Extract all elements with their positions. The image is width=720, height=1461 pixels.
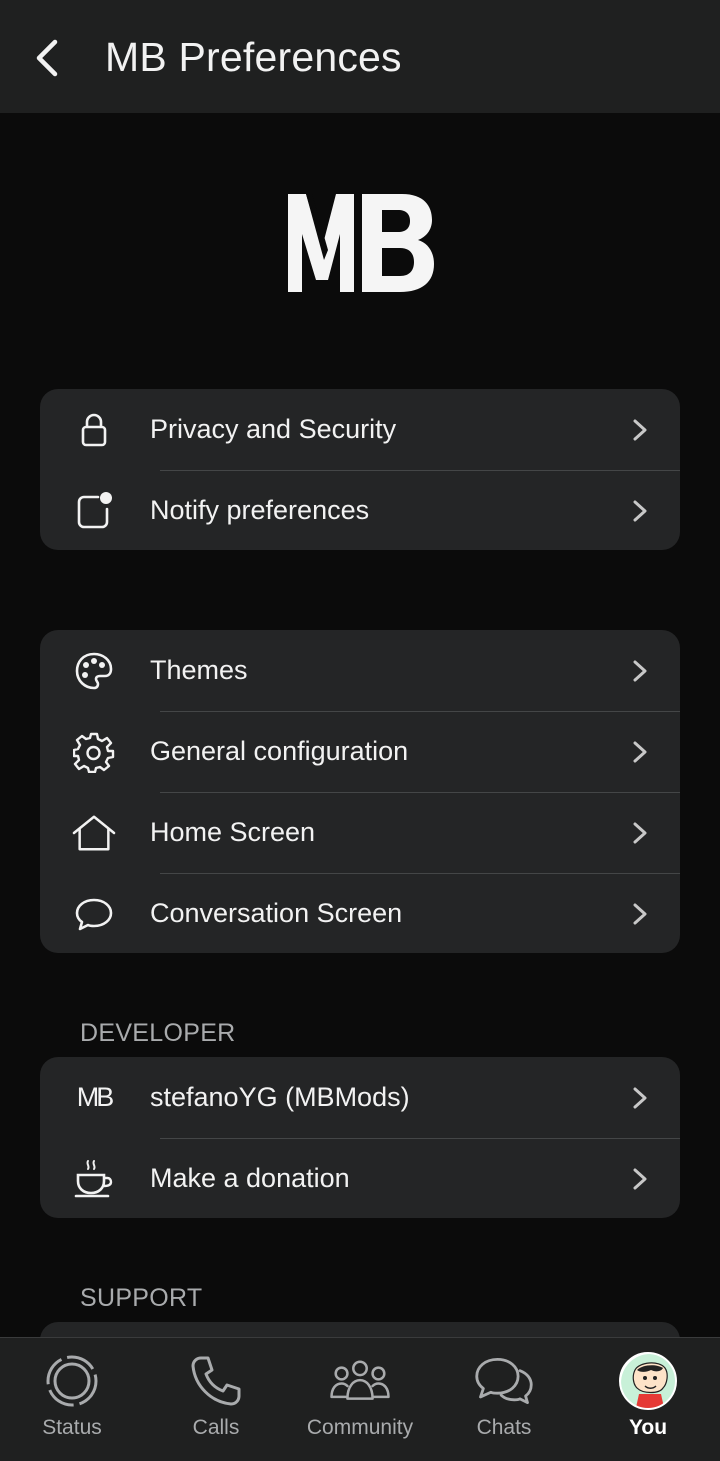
- row-label: Home Screen: [150, 817, 316, 847]
- nav-chats[interactable]: Chats: [432, 1338, 576, 1461]
- notification-badge-icon: [72, 489, 116, 533]
- row-label: Conversation Screen: [150, 898, 403, 928]
- section-title-developer: DEVELOPER: [80, 1019, 236, 1047]
- chevron-right-icon: [633, 741, 647, 762]
- row-label: General configuration: [150, 736, 409, 766]
- row-label: Make a donation: [150, 1163, 350, 1193]
- coffee-cup-icon: [72, 1157, 116, 1201]
- chevron-right-icon: [633, 822, 647, 843]
- chevron-right-icon: [633, 1087, 647, 1108]
- row-general-configuration[interactable]: General configuration: [40, 711, 680, 792]
- chevron-right-icon: [633, 660, 647, 681]
- nav-calls[interactable]: Calls: [144, 1338, 288, 1461]
- chevron-right-icon: [633, 419, 647, 440]
- nav-community[interactable]: Community: [288, 1338, 432, 1461]
- row-notify-preferences[interactable]: Notify preferences: [40, 470, 680, 550]
- nav-you[interactable]: You: [576, 1338, 720, 1461]
- mb-icon: MB: [76, 1082, 114, 1112]
- back-button[interactable]: [26, 32, 70, 84]
- row-label: Privacy and Security: [150, 414, 397, 444]
- row-themes[interactable]: Themes: [40, 630, 680, 711]
- row-developer-profile[interactable]: MB stefanoYG (MBMods): [40, 1057, 680, 1138]
- nav-label: Community: [306, 1416, 414, 1439]
- card-privacy-notify: Privacy and Security Notify preferences: [40, 389, 680, 550]
- top-app-bar: MB Preferences: [0, 0, 720, 113]
- nav-label: Status: [42, 1416, 102, 1439]
- chevron-right-icon: [633, 903, 647, 924]
- home-icon: [72, 811, 116, 855]
- row-label: Notify preferences: [150, 495, 370, 525]
- section-title-support: SUPPORT: [80, 1284, 203, 1312]
- community-icon: [329, 1352, 391, 1410]
- card-appearance: Themes General configuration Home Screen…: [40, 630, 680, 953]
- nav-label: Calls: [192, 1416, 240, 1439]
- chevron-right-icon: [633, 500, 647, 521]
- chat-bubble-icon: [72, 892, 116, 936]
- row-label: Themes: [150, 655, 248, 685]
- nav-status[interactable]: Status: [0, 1338, 144, 1461]
- nav-label: You: [628, 1416, 668, 1439]
- status-icon: [41, 1352, 103, 1410]
- nav-label: Chats: [476, 1416, 532, 1439]
- lock-icon: [72, 408, 116, 452]
- row-home-screen[interactable]: Home Screen: [40, 792, 680, 873]
- card-developer: MB stefanoYG (MBMods) Make a donation: [40, 1057, 680, 1218]
- bottom-navigation: Status Calls Community Chats You: [0, 1337, 720, 1461]
- row-label: stefanoYG (MBMods): [150, 1082, 410, 1112]
- row-conversation-screen[interactable]: Conversation Screen: [40, 873, 680, 953]
- back-arrow-icon: [36, 39, 58, 77]
- row-make-a-donation[interactable]: Make a donation: [40, 1138, 680, 1218]
- mb-logo: [288, 194, 434, 292]
- chevron-right-icon: [633, 1168, 647, 1189]
- app-root: MB Preferences Privacy and Security Noti…: [0, 0, 720, 1461]
- phone-icon: [185, 1352, 247, 1410]
- gear-icon: [72, 730, 116, 774]
- page-title: MB Preferences: [105, 34, 402, 80]
- chats-icon: [473, 1352, 535, 1410]
- row-privacy-and-security[interactable]: Privacy and Security: [40, 389, 680, 470]
- avatar: [617, 1352, 679, 1410]
- palette-icon: [72, 649, 116, 693]
